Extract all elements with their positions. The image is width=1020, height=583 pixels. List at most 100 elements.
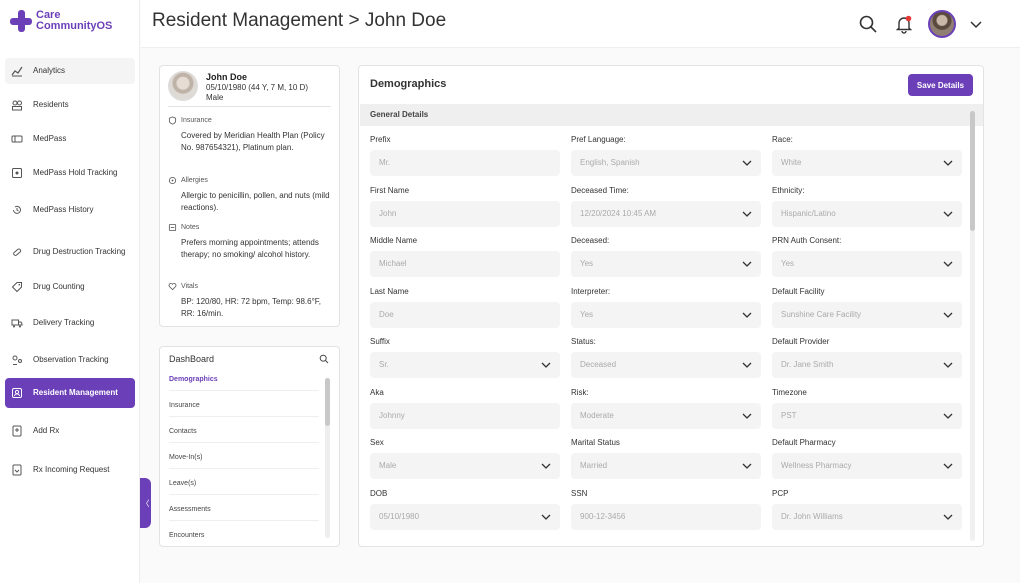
suffix-select[interactable]: Sr.: [370, 352, 560, 378]
dob-select[interactable]: 05/10/1980: [370, 503, 560, 530]
chevron-down-icon[interactable]: [966, 14, 986, 34]
first-name-value: John: [379, 208, 397, 218]
first-name-input[interactable]: John: [370, 200, 560, 227]
allergy-icon: [168, 176, 177, 185]
aka-label: Aka: [370, 387, 384, 397]
sex-select[interactable]: Male: [370, 453, 560, 479]
dashboard-search-icon[interactable]: [319, 354, 329, 364]
ssn-label: SSN: [571, 488, 588, 498]
pcp-select[interactable]: Dr. John Williams: [772, 503, 962, 530]
prn-auth-consent-select[interactable]: Yes: [772, 251, 962, 277]
chevron-down-icon[interactable]: [541, 361, 551, 369]
last-name-input[interactable]: Doe: [370, 301, 560, 328]
sidebar-item-medpass[interactable]: MedPass: [5, 126, 135, 152]
sidebar-item-resident-management[interactable]: Resident Management: [5, 378, 135, 408]
sidebar-item-drug-counting[interactable]: Drug Counting: [5, 274, 135, 300]
chevron-down-icon[interactable]: [742, 210, 752, 218]
chevron-down-icon[interactable]: [943, 260, 953, 268]
chevron-down-icon[interactable]: [742, 260, 752, 268]
notification-bell-icon[interactable]: [894, 14, 914, 34]
middle-name-input[interactable]: Michael: [370, 251, 560, 277]
dashboard-item-move-in-s-[interactable]: Move-In(s): [169, 454, 319, 469]
sidebar-item-label: Rx Incoming Request: [33, 465, 110, 474]
chevron-down-icon[interactable]: [943, 462, 953, 470]
timezone-select[interactable]: PST: [772, 402, 962, 429]
brand-logo[interactable]: Care CommunityOS: [10, 10, 112, 32]
sidebar-item-medpass-hold-tracking[interactable]: MedPass Hold Tracking: [5, 160, 135, 186]
chevron-down-icon[interactable]: [943, 159, 953, 167]
sidebar-item-observation-tracking[interactable]: Observation Tracking: [5, 347, 135, 373]
interpreter-select[interactable]: Yes: [571, 301, 761, 328]
dashboard-item-encounters[interactable]: Encounters: [169, 532, 319, 546]
vitals-text: BP: 120/80, HR: 72 bpm, Temp: 98.6°F, RR…: [181, 297, 322, 318]
status-value: Deceased: [580, 360, 617, 369]
sidebar-item-rx-incoming-request[interactable]: Rx Incoming Request: [5, 457, 135, 483]
save-details-button[interactable]: Save Details: [908, 74, 973, 96]
interpreter-value: Yes: [580, 309, 594, 319]
deceased-time-select[interactable]: 12/20/2024 10:45 AM: [571, 200, 761, 227]
chevron-down-icon[interactable]: [742, 462, 752, 470]
dashboard-scroll-thumb[interactable]: [325, 378, 330, 426]
sidebar-item-medpass-history[interactable]: MedPass History: [5, 197, 135, 223]
demographics-scroll-thumb[interactable]: [970, 111, 975, 231]
sidebar-collapse-toggle[interactable]: 〈: [140, 478, 151, 528]
users-icon: [11, 99, 23, 111]
sidebar-item-analytics[interactable]: Analytics: [5, 58, 135, 84]
marital-status-value: Married: [580, 461, 608, 470]
aka-input[interactable]: Johnny: [370, 402, 560, 429]
chevron-down-icon[interactable]: [742, 311, 752, 319]
resident-name: John Doe: [206, 72, 248, 82]
chevron-down-icon[interactable]: [541, 513, 551, 521]
chevron-down-icon[interactable]: [541, 462, 551, 470]
add-rx-icon: [11, 425, 23, 437]
sidebar-item-add-rx[interactable]: Add Rx: [5, 418, 135, 444]
timezone-value: PST: [781, 410, 797, 420]
prn-auth-consent-value: Yes: [781, 259, 795, 268]
risk-select[interactable]: Moderate: [571, 402, 761, 429]
sidebar-item-drug-destruction-tracking[interactable]: Drug Destruction Tracking: [5, 237, 135, 267]
resident-profile-card: John Doe 05/10/1980 (44 Y, 7 M, 10 D) Ma…: [159, 65, 340, 327]
sidebar-item-label: Residents: [33, 100, 69, 109]
user-avatar[interactable]: [928, 10, 956, 38]
default-provider-select[interactable]: Dr. Jane Smith: [772, 352, 962, 378]
chevron-down-icon[interactable]: [943, 412, 953, 420]
pref-language-select[interactable]: English, Spanish: [571, 150, 761, 176]
first-name-label: First Name: [370, 185, 410, 195]
default-facility-select[interactable]: Sunshine Care Facility: [772, 301, 962, 328]
chevron-down-icon[interactable]: [943, 361, 953, 369]
dashboard-item-insurance[interactable]: Insurance: [169, 402, 319, 417]
insurance-label: Insurance: [181, 117, 212, 124]
status-select[interactable]: Deceased: [571, 352, 761, 378]
dashboard-item-demographics[interactable]: Demographics: [169, 376, 319, 391]
dashboard-scrollbar[interactable]: [325, 378, 330, 538]
chevron-down-icon[interactable]: [742, 412, 752, 420]
deceased-time-label: Deceased Time:: [571, 185, 629, 195]
chevron-down-icon[interactable]: [742, 159, 752, 167]
prefix-input[interactable]: Mr.: [370, 150, 560, 176]
default-pharmacy-select[interactable]: Wellness Pharmacy: [772, 453, 962, 479]
general-details-label: General Details: [370, 110, 429, 119]
chevron-down-icon[interactable]: [943, 513, 953, 521]
search-icon[interactable]: [858, 14, 878, 34]
suffix-value: Sr.: [379, 360, 389, 369]
prefix-value: Mr.: [379, 158, 391, 167]
sidebar-item-residents[interactable]: Residents: [5, 92, 135, 118]
deceased-select[interactable]: Yes: [571, 251, 761, 277]
ssn-input[interactable]: 900-12-3456: [571, 503, 761, 530]
deceased-value: Yes: [580, 259, 594, 268]
dashboard-title: DashBoard: [169, 354, 215, 364]
ethnicity-select[interactable]: Hispanic/Latino: [772, 200, 962, 227]
dashboard-item-contacts[interactable]: Contacts: [169, 428, 319, 443]
chevron-down-icon[interactable]: [943, 210, 953, 218]
sidebar-item-label: Drug Destruction Tracking: [33, 247, 126, 256]
race-select[interactable]: White: [772, 150, 962, 176]
marital-status-select[interactable]: Married: [571, 453, 761, 479]
dashboard-item-leave-s-[interactable]: Leave(s): [169, 480, 319, 495]
dashboard-item-assessments[interactable]: Assessments: [169, 506, 319, 521]
chevron-down-icon[interactable]: [742, 361, 752, 369]
demographics-scrollbar[interactable]: [970, 111, 975, 541]
chevron-down-icon[interactable]: [943, 311, 953, 319]
hold-tracking-icon: [11, 167, 23, 179]
truck-icon: [11, 317, 23, 329]
sidebar-item-delivery-tracking[interactable]: Delivery Tracking: [5, 310, 135, 336]
